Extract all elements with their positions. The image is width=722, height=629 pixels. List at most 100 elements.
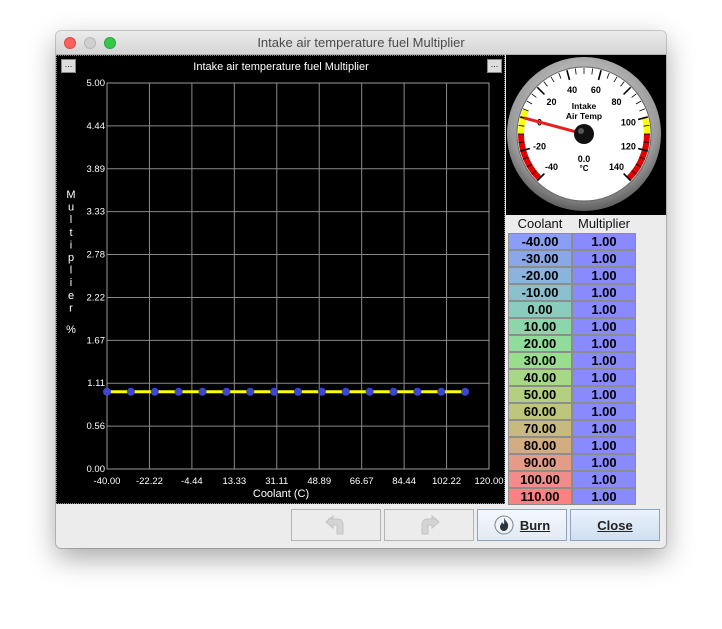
multiplier-cell[interactable]: 1.00 <box>572 284 636 301</box>
y-tick-label: 1.67 <box>87 335 106 346</box>
data-point <box>365 387 374 396</box>
table-header: Coolant Multiplier <box>508 216 636 233</box>
data-point <box>389 387 398 396</box>
data-point <box>461 387 470 396</box>
coolant-cell[interactable]: 70.00 <box>508 420 572 437</box>
close-button-label: Close <box>597 517 633 533</box>
coolant-cell[interactable]: 10.00 <box>508 318 572 335</box>
coolant-cell[interactable]: 30.00 <box>508 352 572 369</box>
redo-button[interactable] <box>384 509 474 541</box>
undo-button[interactable] <box>291 509 381 541</box>
table-row: 30.00 1.00 <box>508 352 636 369</box>
multiplier-cell[interactable]: 1.00 <box>572 352 636 369</box>
coolant-cell[interactable]: 110.00 <box>508 488 572 505</box>
table-row: -30.00 1.00 <box>508 250 636 267</box>
gauge-unit: °C <box>580 164 589 173</box>
table-row: 60.00 1.00 <box>508 403 636 420</box>
table-row: 10.00 1.00 <box>508 318 636 335</box>
multiplier-cell[interactable]: 1.00 <box>572 471 636 488</box>
multiplier-cell[interactable]: 1.00 <box>572 335 636 352</box>
multiplier-cell[interactable]: 1.00 <box>572 233 636 250</box>
multiplier-cell[interactable]: 1.00 <box>572 437 636 454</box>
gauge-tick-label: -40 <box>545 162 558 172</box>
table-row: 70.00 1.00 <box>508 420 636 437</box>
table-row: -20.00 1.00 <box>508 267 636 284</box>
gauge-tick-label: 20 <box>546 97 556 107</box>
coolant-cell[interactable]: -20.00 <box>508 267 572 284</box>
y-tick-label: 2.78 <box>87 250 106 261</box>
data-point <box>126 387 135 396</box>
table-row: 0.00 1.00 <box>508 301 636 318</box>
x-tick-label: 120.00 <box>474 476 503 487</box>
table-row: 50.00 1.00 <box>508 386 636 403</box>
multiplier-cell[interactable]: 1.00 <box>572 454 636 471</box>
gauge-title-line1: Intake <box>572 101 597 111</box>
coolant-cell[interactable]: -10.00 <box>508 284 572 301</box>
multiplier-cell[interactable]: 1.00 <box>572 386 636 403</box>
table-row: 100.00 1.00 <box>508 471 636 488</box>
y-tick-label: 1.11 <box>87 378 105 389</box>
y-tick-label: 0.56 <box>87 421 106 432</box>
multiplier-cell[interactable]: 1.00 <box>572 488 636 505</box>
y-tick-label: 3.89 <box>87 164 106 175</box>
multiplier-cell[interactable]: 1.00 <box>572 403 636 420</box>
coolant-cell[interactable]: 50.00 <box>508 386 572 403</box>
multiplier-cell[interactable]: 1.00 <box>572 369 636 386</box>
table-row: 90.00 1.00 <box>508 454 636 471</box>
y-tick-label: 0.00 <box>87 464 106 475</box>
y-tick-label: 2.22 <box>87 292 106 303</box>
table-body: -40.00 1.00 -30.00 1.00 -20.00 1.00 -10.00 1.00… <box>508 233 636 505</box>
data-point <box>150 387 159 396</box>
data-point <box>317 387 326 396</box>
coolant-cell[interactable]: 40.00 <box>508 369 572 386</box>
data-point <box>341 387 350 396</box>
multiplier-cell[interactable]: 1.00 <box>572 267 636 284</box>
x-tick-label: -4.44 <box>181 476 203 487</box>
gauge-tick-label: 120 <box>621 141 636 151</box>
undo-arrow-icon <box>325 514 344 535</box>
multiplier-cell[interactable]: 1.00 <box>572 318 636 335</box>
burn-button[interactable]: Burn <box>477 509 567 541</box>
data-point <box>413 387 422 396</box>
gauge-tick-label: 100 <box>621 118 636 128</box>
gauge-tick-label: -20 <box>533 141 546 151</box>
gauge-tick-label: 60 <box>591 85 601 95</box>
x-tick-label: 31.11 <box>265 476 288 487</box>
intake-air-temp-gauge: -40-20020406080100120140IntakeAir Temp0.… <box>506 55 666 215</box>
burn-button-label: Burn <box>519 517 551 533</box>
coolant-column-header: Coolant <box>517 216 563 231</box>
x-tick-label: 84.44 <box>392 476 416 487</box>
coolant-cell[interactable]: 80.00 <box>508 437 572 454</box>
coolant-cell[interactable]: 100.00 <box>508 471 572 488</box>
multiplier-cell[interactable]: 1.00 <box>572 250 636 267</box>
title-bar: Intake air temperature fuel Multiplier <box>56 31 666 55</box>
table-row: 110.00 1.00 <box>508 488 636 505</box>
curve-chart-panel[interactable]: Intake air temperature fuel Multiplier -4… <box>56 55 505 504</box>
gauge-hub <box>574 124 594 144</box>
coolant-cell[interactable]: 20.00 <box>508 335 572 352</box>
data-point <box>294 387 302 396</box>
multiplier-cell[interactable]: 1.00 <box>572 420 636 437</box>
x-tick-label: 48.89 <box>307 476 331 487</box>
table-row: 20.00 1.00 <box>508 335 636 352</box>
gauge-value-readout: 0.0 <box>578 154 591 164</box>
chart-title: Intake air temperature fuel Multiplier <box>193 61 369 73</box>
curve-table: Coolant Multiplier -40.00 1.00 -30.00 1.00-… <box>508 216 636 505</box>
coolant-cell[interactable]: -30.00 <box>508 250 572 267</box>
button-bar: Burn Close <box>56 505 666 548</box>
chart-menu-left-button[interactable]: ... <box>61 59 76 73</box>
table-row: -10.00 1.00 <box>508 284 636 301</box>
coolant-cell[interactable]: -40.00 <box>508 233 572 250</box>
curve-chart[interactable]: Intake air temperature fuel Multiplier -4… <box>57 56 506 505</box>
coolant-cell[interactable]: 0.00 <box>508 301 572 318</box>
close-button[interactable]: Close <box>570 509 660 541</box>
data-point <box>103 387 111 396</box>
coolant-cell[interactable]: 90.00 <box>508 454 572 471</box>
chart-menu-right-button[interactable]: ... <box>487 59 502 73</box>
x-tick-label: 102.22 <box>432 476 461 487</box>
coolant-cell[interactable]: 60.00 <box>508 403 572 420</box>
table-row: 40.00 1.00 <box>508 369 636 386</box>
multiplier-cell[interactable]: 1.00 <box>572 301 636 318</box>
data-point <box>246 387 255 396</box>
data-point <box>198 387 207 396</box>
